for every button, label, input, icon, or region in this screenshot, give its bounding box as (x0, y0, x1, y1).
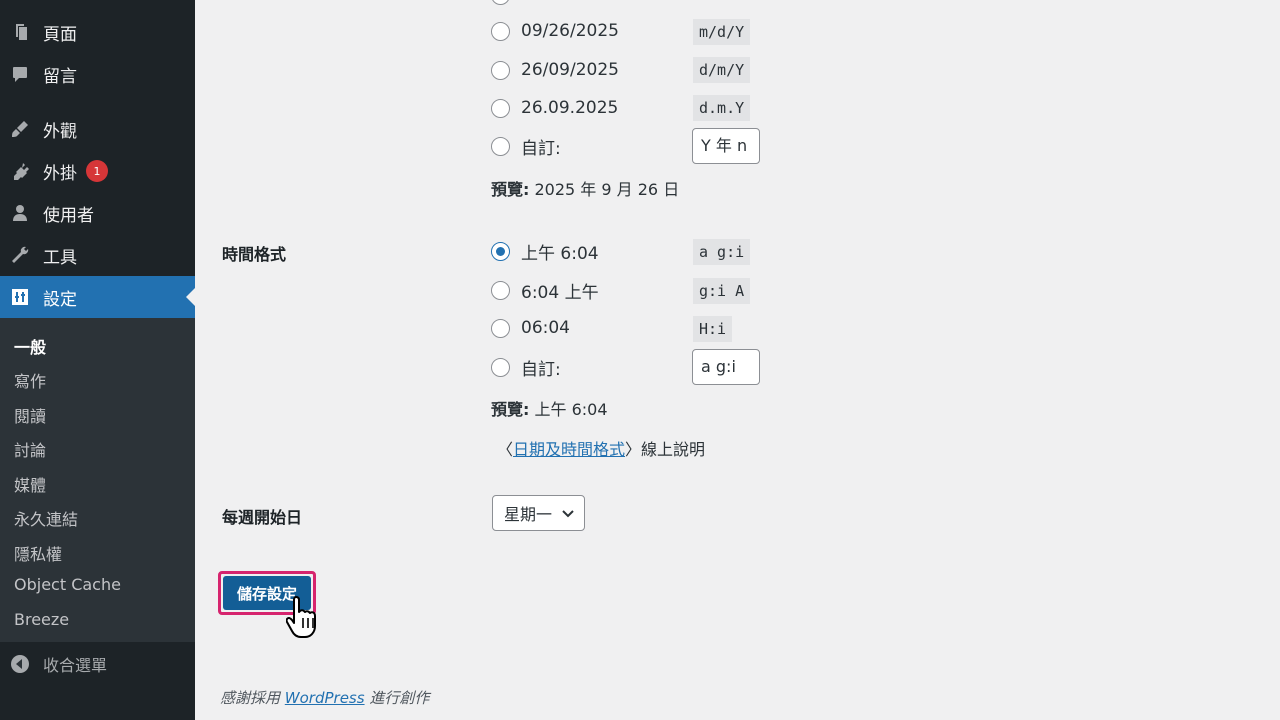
preview-label: 預覽: (491, 180, 530, 199)
submenu-item-privacy[interactable]: 隱私權 (14, 541, 62, 565)
radio-button[interactable] (491, 280, 510, 300)
date-format-label: 09/26/2025 (521, 21, 619, 41)
time-format-option[interactable]: 6:04 上午 (491, 277, 599, 303)
date-format-option[interactable]: 26.09.2025 (491, 95, 618, 121)
users-icon (10, 203, 30, 223)
collapse-arrow-icon (10, 654, 30, 674)
plugins-icon (10, 161, 30, 181)
submenu-item-media[interactable]: 媒體 (14, 472, 46, 496)
radio-button[interactable] (491, 357, 510, 377)
custom-label: 自訂: (521, 359, 561, 380)
comments-icon (10, 64, 30, 84)
radio-button[interactable] (491, 98, 510, 118)
date-format-option[interactable]: 26/09/2025 (491, 57, 619, 83)
sidebar-item-label: 設定 (43, 289, 77, 310)
date-time-format-doc-link[interactable]: 日期及時間格式 (513, 440, 625, 459)
sidebar-item-settings[interactable]: 設定 (0, 276, 195, 318)
sidebar-item-plugins[interactable]: 外掛 1 (0, 150, 195, 192)
hand-pointer-cursor-icon (286, 596, 316, 638)
sidebar-item-comments[interactable]: 留言 (0, 53, 195, 95)
date-time-help-line: 〈日期及時間格式〉線上說明 (497, 436, 705, 460)
date-format-option-hidden[interactable] (491, 0, 510, 8)
submenu-item-discussion[interactable]: 討論 (14, 437, 46, 461)
submenu-item-breeze[interactable]: Breeze (14, 610, 69, 629)
submenu-item-permalinks[interactable]: 永久連結 (14, 506, 78, 530)
sidebar-item-label: 留言 (43, 66, 77, 87)
time-format-custom-input[interactable]: a g:i (692, 349, 760, 385)
week-start-select[interactable]: 星期一 (492, 495, 585, 531)
sidebar-item-label: 使用者 (43, 205, 94, 226)
submenu-item-writing[interactable]: 寫作 (14, 368, 46, 392)
radio-button[interactable] (491, 60, 510, 80)
time-format-code: a g:i (693, 239, 751, 265)
footer-suffix: 進行創作 (364, 689, 430, 707)
footer-prefix: 感謝採用 (220, 689, 285, 707)
tools-icon (10, 245, 30, 265)
time-format-option[interactable]: 上午 6:04 (491, 238, 599, 264)
radio-button[interactable] (491, 21, 510, 41)
date-format-option[interactable]: 09/26/2025 (491, 18, 619, 44)
sidebar-item-label: 外觀 (43, 121, 77, 142)
pages-icon (10, 22, 30, 42)
admin-sidebar: 頁面 留言 外觀 外掛 1 使用者 工具 設定 一般 寫作 閱讀 討論 媒體 永… (0, 0, 195, 720)
date-format-code: d/m/Y (693, 57, 751, 83)
radio-button[interactable] (491, 0, 510, 5)
help-suffix: 〉線上說明 (625, 440, 706, 459)
preview-value: 2025 年 9 月 26 日 (534, 180, 680, 199)
week-start-value: 星期一 (504, 505, 553, 524)
submenu-item-reading[interactable]: 閱讀 (14, 403, 46, 427)
sidebar-item-users[interactable]: 使用者 (0, 192, 195, 234)
time-format-code: g:i A (693, 278, 751, 304)
time-format-option-label: 上午 6:04 (521, 243, 599, 264)
sidebar-item-label: 頁面 (43, 24, 77, 45)
submenu-item-object-cache[interactable]: Object Cache (14, 575, 121, 594)
time-format-code: H:i (693, 316, 733, 342)
sidebar-item-label: 工具 (43, 247, 77, 268)
sidebar-item-label: 外掛 (43, 163, 77, 184)
settings-submenu: 一般 寫作 閱讀 討論 媒體 永久連結 隱私權 Object Cache Bre… (0, 318, 195, 642)
admin-footer: 感謝採用 WordPress 進行創作 (220, 687, 429, 708)
sidebar-item-appearance[interactable]: 外觀 (0, 108, 195, 150)
date-format-custom-option[interactable]: 自訂: (491, 133, 561, 159)
collapse-menu-button[interactable]: 收合選單 (0, 644, 195, 684)
sidebar-item-tools[interactable]: 工具 (0, 234, 195, 276)
appearance-icon (10, 119, 30, 139)
submenu-item-general[interactable]: 一般 (14, 334, 46, 358)
time-format-custom-option[interactable]: 自訂: (491, 354, 561, 380)
time-format-option-label: 06:04 (521, 318, 570, 338)
date-format-custom-input[interactable]: Y 年 n (692, 128, 760, 164)
custom-label: 自訂: (521, 138, 561, 159)
preview-label: 預覽: (491, 400, 530, 419)
help-prefix: 〈 (497, 440, 514, 459)
time-format-option[interactable]: 06:04 (491, 315, 570, 341)
radio-button[interactable] (491, 136, 510, 156)
settings-icon (10, 287, 30, 307)
wordpress-link[interactable]: WordPress (285, 689, 365, 707)
collapse-menu-label: 收合選單 (43, 656, 108, 675)
radio-button[interactable] (491, 318, 510, 338)
time-format-preview: 預覽: 上午 6:04 (491, 396, 608, 420)
week-start-label: 每週開始日 (222, 508, 303, 527)
time-format-label: 時間格式 (222, 245, 287, 264)
date-format-code: d.m.Y (693, 95, 751, 121)
date-format-label: 26/09/2025 (521, 60, 619, 80)
sidebar-item-pages[interactable]: 頁面 (0, 11, 195, 53)
preview-value: 上午 6:04 (534, 400, 608, 419)
time-format-option-label: 6:04 上午 (521, 282, 599, 303)
date-format-code: m/d/Y (693, 19, 751, 45)
radio-button[interactable] (491, 241, 510, 261)
chevron-down-icon (562, 510, 574, 518)
plugin-update-badge: 1 (86, 160, 108, 182)
date-format-preview: 預覽: 2025 年 9 月 26 日 (491, 176, 679, 200)
date-format-label: 26.09.2025 (521, 98, 619, 118)
